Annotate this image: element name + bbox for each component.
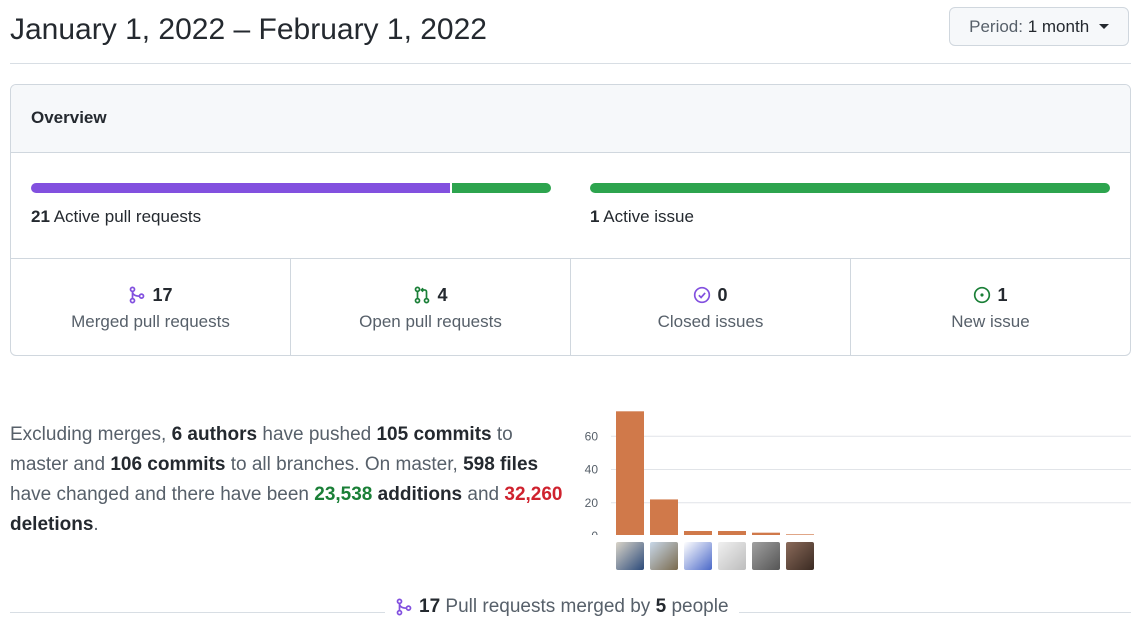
additions-label: additions: [372, 484, 463, 505]
active-issues-summary[interactable]: 1 Active issue: [590, 207, 694, 227]
commit-bar[interactable]: [650, 499, 678, 536]
commit-bar[interactable]: [684, 531, 712, 536]
active-prs-bar[interactable]: [31, 183, 551, 193]
git-merge-icon: [130, 286, 145, 304]
merged-prs-count: 17: [152, 284, 173, 305]
summary-text: and: [462, 484, 505, 505]
y-tick-label: 0: [591, 529, 598, 535]
issue-closed-icon: [694, 286, 711, 304]
activity-bars: 21 Active pull requests 1 Active issue: [11, 153, 1130, 259]
git-merge-icon: [396, 598, 412, 616]
y-tick-label: 60: [585, 429, 599, 443]
period-value: 1 month: [1027, 17, 1090, 36]
merged-prs-segment: [31, 183, 450, 193]
active-issues-bar[interactable]: [590, 183, 1110, 193]
active-prs-count: 21: [31, 207, 50, 226]
merged-prs-label: Merged pull requests: [71, 312, 230, 331]
period-label: Period:: [969, 17, 1023, 36]
stats-row: 17 Merged pull requests 4 Open pull requ…: [11, 259, 1130, 355]
author-avatar[interactable]: [718, 542, 746, 570]
stat-new-issues[interactable]: 1 New issue: [851, 259, 1130, 355]
new-issues-label: New issue: [951, 312, 1030, 331]
summary-text: have pushed: [257, 424, 377, 445]
files-changed-count: 598 files: [463, 454, 539, 475]
active-prs-label: Active pull requests: [53, 207, 202, 226]
commit-bar[interactable]: [616, 411, 644, 536]
commit-bar[interactable]: [752, 532, 780, 536]
caret-down-icon: [1098, 24, 1109, 29]
summary-text: .: [93, 514, 99, 535]
y-tick-label: 40: [585, 463, 599, 477]
footer-people-count: 5: [655, 596, 667, 617]
period-dropdown-button[interactable]: Period: 1 month: [949, 7, 1129, 46]
open-prs-count: 4: [437, 284, 448, 305]
summary-text: to all branches. On master,: [225, 454, 464, 475]
y-tick-label: 20: [585, 496, 599, 510]
deletions-count: 32,260: [504, 484, 563, 505]
active-issues-count: 1: [590, 207, 600, 226]
closed-issues-label: Closed issues: [657, 312, 764, 331]
footer-text-1: Pull requests merged by: [440, 596, 656, 617]
chart-svg: 0 20 40 60: [585, 411, 1131, 543]
overview-panel: Overview 21 Active pull requests 1 Activ…: [10, 84, 1131, 356]
open-prs-label: Open pull requests: [359, 312, 502, 331]
active-issues-label: Active issue: [603, 207, 694, 226]
author-avatar[interactable]: [616, 542, 644, 570]
deletions-label: deletions: [10, 514, 94, 535]
authors-count: 6 authors: [171, 424, 258, 445]
closed-issues-count: 0: [717, 284, 728, 305]
commit-bar[interactable]: [718, 531, 746, 536]
commits-master-count: 105 commits: [376, 424, 492, 445]
summary-text: have changed and there have been: [10, 484, 315, 505]
summary-text: Excluding merges,: [10, 424, 172, 445]
commits-by-author-chart: 0 20 40 60: [576, 395, 1132, 575]
commit-bar[interactable]: [786, 534, 814, 536]
footer-pr-count: 17: [419, 596, 441, 617]
git-pull-request-icon: [415, 286, 430, 304]
commits-all-count: 106 commits: [110, 454, 226, 475]
stat-open-prs[interactable]: 4 Open pull requests: [291, 259, 571, 355]
author-avatar[interactable]: [684, 542, 712, 570]
issue-opened-icon: [974, 286, 991, 304]
date-range-title: January 1, 2022 – February 1, 2022: [10, 13, 487, 46]
additions-count: 23,538: [314, 484, 373, 505]
overview-title: Overview: [11, 85, 1130, 153]
author-avatar[interactable]: [786, 542, 814, 570]
pulse-header: January 1, 2022 – February 1, 2022 Perio…: [10, 0, 1131, 64]
commit-summary: Excluding merges, 6 authors have pushed …: [10, 420, 576, 540]
footer-text-2: people: [666, 596, 729, 617]
open-prs-segment: [452, 183, 551, 193]
new-issues-count: 1: [997, 284, 1008, 305]
author-avatar[interactable]: [650, 542, 678, 570]
stat-closed-issues[interactable]: 0 Closed issues: [571, 259, 851, 355]
pulse-page: January 1, 2022 – February 1, 2022 Perio…: [0, 0, 1142, 632]
merged-prs-footer: 17 Pull requests merged by 5 people: [385, 596, 739, 618]
new-issues-segment: [590, 183, 1110, 193]
author-avatar[interactable]: [752, 542, 780, 570]
active-prs-summary[interactable]: 21 Active pull requests: [31, 207, 201, 227]
stat-merged-prs[interactable]: 17 Merged pull requests: [11, 259, 291, 355]
